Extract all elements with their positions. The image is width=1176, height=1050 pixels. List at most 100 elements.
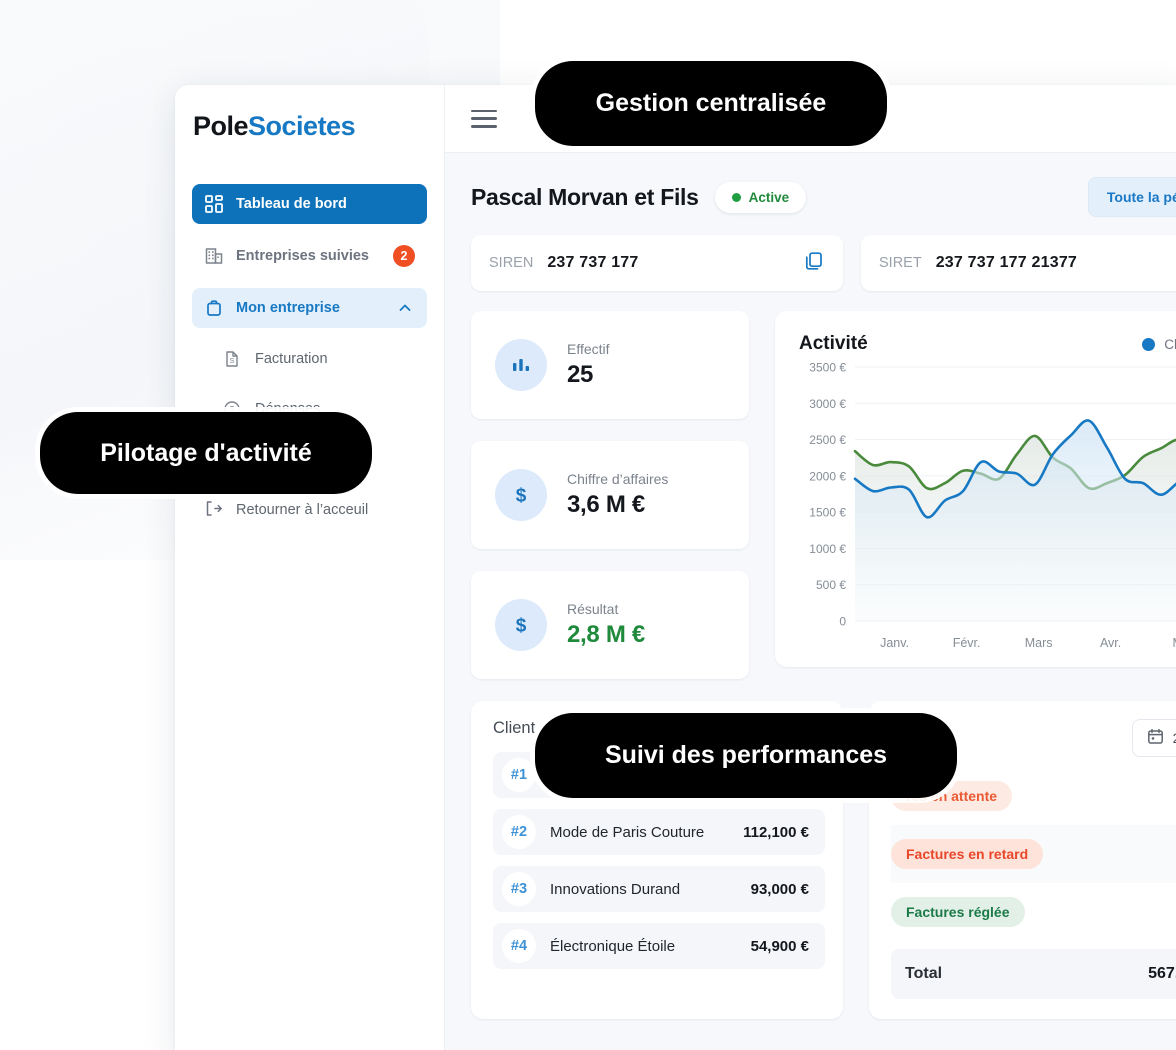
dashboard-grid: Effectif 25 $ Chiffre d’affaires 3,6 M €… [471,311,1176,679]
svg-text:Févr.: Févr. [953,636,981,650]
kpi-value: 25 [567,361,594,388]
kpi-card-resultat: $ Résultat 2,8 M € [471,571,749,679]
client-row[interactable]: #2 Mode de Paris Couture 112,100 € [493,809,825,855]
svg-text:Mai: Mai [1173,636,1176,650]
siret-value: 237 737 177 21377 [935,254,1078,271]
chart-legend: Chiffre d [1142,337,1176,352]
dollar-sign-icon: $ [495,599,547,651]
sidebar-subitem-facturation[interactable]: S Facturation [192,340,427,378]
svg-text:Avr.: Avr. [1100,636,1121,650]
brand-logo[interactable]: PoleSocietes [175,107,444,142]
sidebar-bottom-label: Retourner à l’acceuil [236,502,369,518]
client-rank: #2 [502,815,536,849]
chart-header: Activité Chiffre d [799,333,1176,355]
brand-logo-part2: Societes [248,111,356,141]
screenshot-root: PoleSocietes Tableau de bord Entreprises… [0,0,1176,1050]
siren-value: 237 737 177 [547,254,639,271]
brand-logo-part1: Pole [193,111,249,141]
sidebar-item-label: Entreprises suivies [236,248,369,264]
page-header: Pascal Morvan et Fils Active Toute la pé… [471,177,1176,217]
identifier-row: SIREN 237 737 177 SIRET 237 737 177 2137… [471,235,1176,291]
invoice-row: Factures en retard1, [891,825,1176,883]
siren-label: SIREN [489,255,534,271]
status-dot-icon [731,192,741,202]
hamburger-menu-icon[interactable] [471,109,497,128]
sidebar-item-mon-entreprise[interactable]: Mon entreprise [192,288,427,328]
invoice-row: Factures réglée520, [891,883,1176,941]
sidebar-subitem-label: Facturation [255,351,328,367]
kpi-card-effectif: Effectif 25 [471,311,749,419]
svg-text:500 €: 500 € [816,578,846,592]
svg-text:0: 0 [839,615,846,629]
callout-badge-gestion-centralisee: Gestion centralisée [535,61,887,146]
bar-chart-icon [495,339,547,391]
svg-text:3500 €: 3500 € [809,361,846,375]
kpi-value: 2,8 M € [567,621,645,648]
kpi-value: 3,6 M € [567,491,645,518]
sidebar: PoleSocietes Tableau de bord Entreprises… [175,85,445,1050]
status-badge-label: Active [748,189,790,205]
invoice-document-icon: S [222,349,242,369]
legend-label: Chiffre d [1164,336,1176,352]
svg-text:2500 €: 2500 € [809,433,846,447]
sidebar-badge-count: 2 [393,245,415,267]
briefcase-icon [204,298,224,318]
client-row[interactable]: #3 Innovations Durand 93,000 € [493,866,825,912]
kpi-label: Résultat [567,601,619,617]
invoices-total-label: Total [905,965,943,982]
client-row[interactable]: #4 Électronique Étoile 54,900 € [493,923,825,969]
sidebar-item-retour-accueil[interactable]: Retourner à l’acceuil [175,490,444,530]
callout-badge-suivi-performances: Suivi des performances [535,713,957,798]
client-name: Mode de Paris Couture [550,823,705,841]
kpi-column: Effectif 25 $ Chiffre d’affaires 3,6 M €… [471,311,749,679]
invoices-total-row: Total 567,20 [891,949,1176,999]
dashboard-grid-icon [204,194,224,214]
client-amount: 93,000 € [750,880,809,898]
chevron-up-icon[interactable] [395,298,415,318]
kpi-label: Chiffre d’affaires [567,471,669,487]
legend-dot-icon [1142,337,1156,351]
date-filter-pill[interactable]: 202 [1131,719,1176,757]
siret-card: SIRET 237 737 177 21377 [861,235,1176,291]
svg-text:S: S [230,358,235,365]
building-icon [204,246,224,266]
sidebar-item-entreprises-suivies[interactable]: Entreprises suivies 2 [192,236,427,276]
sidebar-item-tableau-de-bord[interactable]: Tableau de bord [192,184,427,224]
svg-text:1000 €: 1000 € [809,542,846,556]
period-filter-button[interactable]: Toute la période [1087,177,1176,217]
copy-icon[interactable] [803,250,825,277]
app-window: PoleSocietes Tableau de bord Entreprises… [175,85,1176,1050]
siren-card: SIREN 237 737 177 [471,235,843,291]
client-amount: 54,900 € [750,937,809,955]
svg-text:Mars: Mars [1025,636,1053,650]
client-rank: #4 [502,929,536,963]
invoice-status-tag: Factures réglée [891,897,1025,927]
status-badge: Active [714,181,807,213]
client-rank: #1 [502,758,536,792]
calendar-icon [1147,728,1164,748]
svg-text:$: $ [516,616,527,637]
svg-text:3000 €: 3000 € [809,397,846,411]
svg-text:Janv.: Janv. [880,636,909,650]
chart-title: Activité [799,333,868,354]
invoice-status-tag: Factures en retard [891,839,1044,869]
invoices-total-amount: 567,20 [1148,965,1176,982]
client-amount: 112,100 € [743,823,809,841]
main-area: Pascal Morvan et Fils Active Toute la pé… [445,85,1176,1050]
page-title: Pascal Morvan et Fils [471,183,699,210]
client-name: Innovations Durand [550,880,681,898]
sidebar-item-label: Mon entreprise [236,300,340,316]
dollar-sign-icon: $ [495,469,547,521]
chart-plot: 0 500 € 1000 € 1500 € 2000 € 2500 € 3000 € 3500… [799,359,1176,664]
kpi-label: Effectif [567,341,610,357]
logout-icon [204,499,223,522]
siret-label: SIRET [879,255,922,271]
sidebar-item-label: Tableau de bord [236,196,347,212]
date-filter-label: 202 [1173,730,1176,746]
page-content: Pascal Morvan et Fils Active Toute la pé… [445,153,1176,1050]
activity-chart-card: Activité Chiffre d 0500 €1000 €1500 €2 [775,311,1176,667]
client-rank: #3 [502,872,536,906]
callout-badge-pilotage-activite: Pilotage d'activité [40,412,372,494]
kpi-card-chiffre-affaires: $ Chiffre d’affaires 3,6 M € [471,441,749,549]
client-name: Électronique Étoile [550,937,676,955]
